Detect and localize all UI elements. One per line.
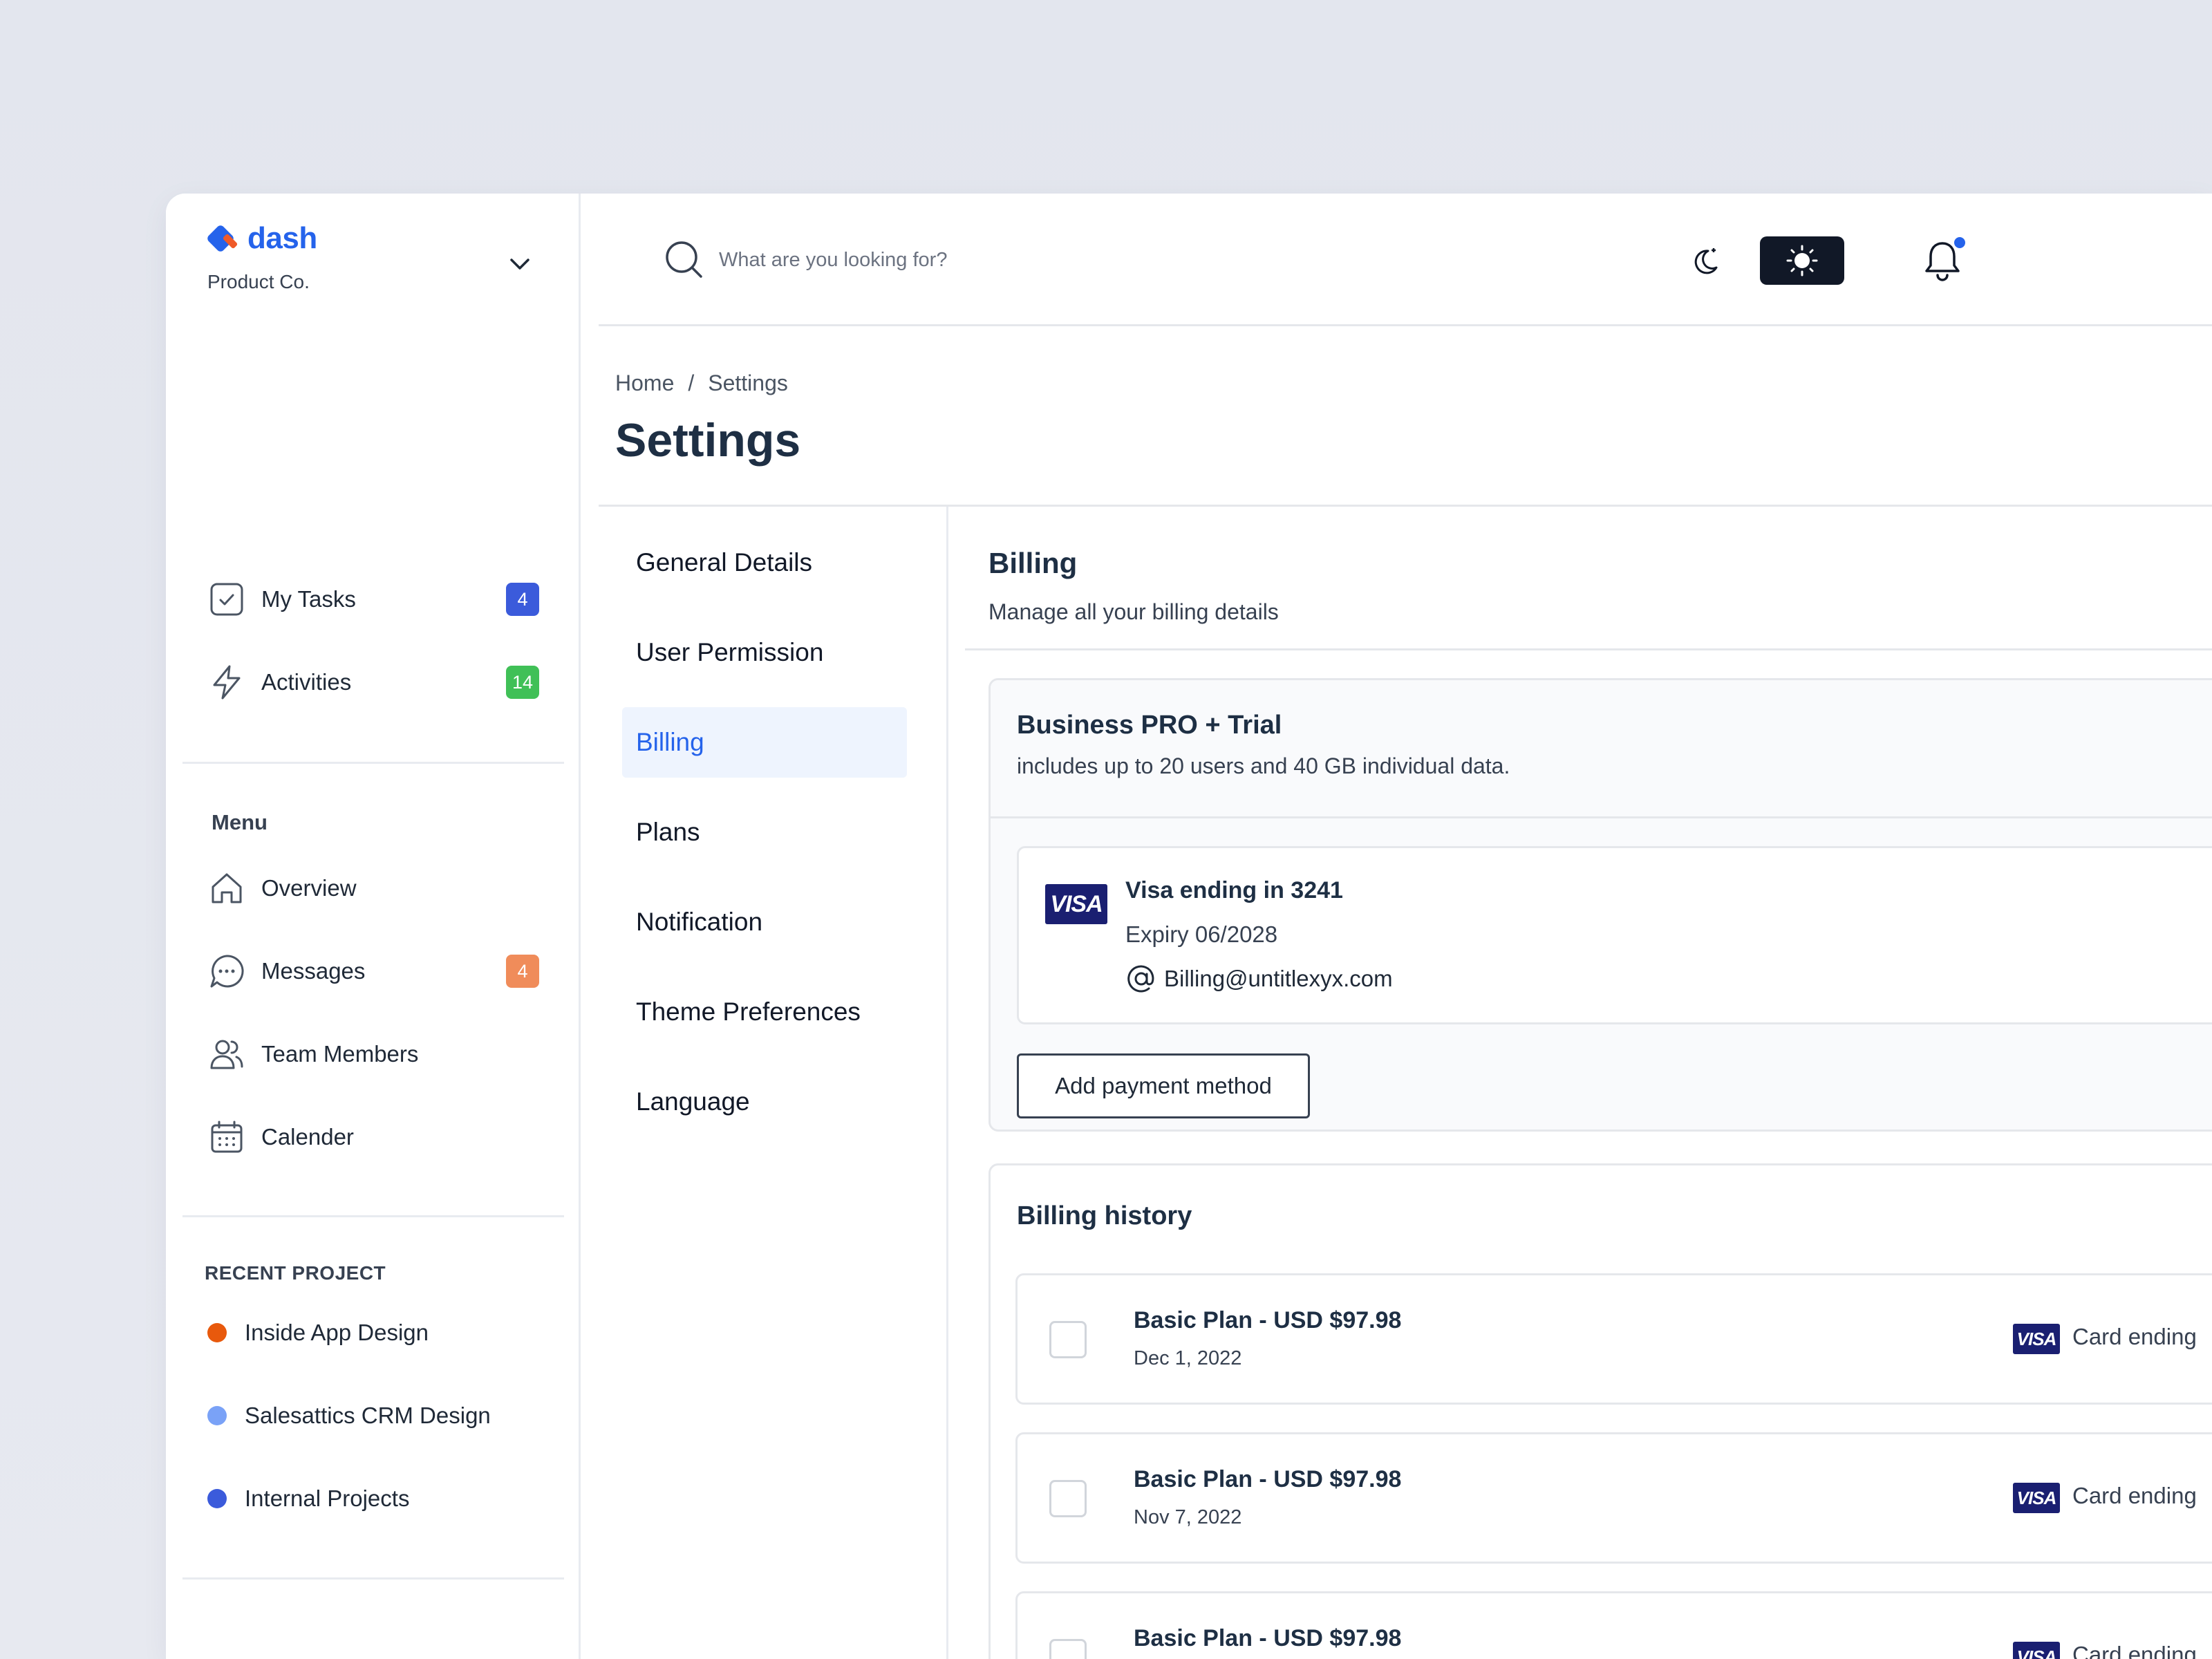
breadcrumb-current: Settings xyxy=(708,371,788,395)
brand-name: dash xyxy=(247,221,317,255)
plan-name: Business PRO + Trial xyxy=(1017,711,1282,740)
recent-project-title: RECENT PROJECT xyxy=(205,1262,386,1284)
page-title: Settings xyxy=(615,414,801,467)
brand-logo[interactable]: dash xyxy=(207,221,317,256)
menu-section-title: Menu xyxy=(212,810,268,834)
sidebar-item-my-tasks[interactable]: My Tasks 4 xyxy=(207,575,539,624)
sidebar-item-label: My Tasks xyxy=(261,586,356,612)
search-input[interactable] xyxy=(719,239,1687,281)
row-checkbox[interactable] xyxy=(1049,1639,1087,1659)
card-email-row: Billing@untitlexyx.com xyxy=(1125,963,1393,995)
invoice-title: Basic Plan - USD $97.98 xyxy=(1134,1625,1402,1651)
checkbox-icon xyxy=(207,580,246,619)
card-title: Visa ending in 3241 xyxy=(1125,877,1343,903)
org-name: Product Co. xyxy=(207,271,310,292)
add-payment-method-button[interactable]: Add payment method xyxy=(1017,1053,1310,1118)
settings-tab-plans[interactable]: Plans xyxy=(622,797,907,868)
visa-logo: VISA xyxy=(2013,1324,2060,1354)
settings-tab-user-permission[interactable]: User Permission xyxy=(622,617,907,688)
card-expiry: Expiry 06/2028 xyxy=(1125,921,1278,947)
billing-history-title: Billing history xyxy=(1017,1201,1192,1230)
row-checkbox[interactable] xyxy=(1049,1480,1087,1517)
content-divider xyxy=(965,648,2212,650)
visa-logo: VISA xyxy=(2013,1483,2060,1513)
settings-tab-language[interactable]: Language xyxy=(622,1067,907,1137)
invoice-date: Dec 1, 2022 xyxy=(1134,1347,1242,1369)
sidebar-divider xyxy=(182,1215,564,1217)
sidebar-item-label: Overview xyxy=(261,875,357,901)
project-label: Salesattics CRM Design xyxy=(245,1403,491,1428)
sidebar-item-label: Calender xyxy=(261,1124,354,1150)
card-email: Billing@untitlexyx.com xyxy=(1164,966,1393,991)
project-color-dot xyxy=(207,1323,227,1342)
notifications-button[interactable] xyxy=(1915,232,1970,288)
invoice-card-text: Card ending xyxy=(2072,1324,2197,1349)
row-checkbox[interactable] xyxy=(1049,1321,1087,1358)
project-item-salesattics-crm[interactable]: Salesattics CRM Design xyxy=(207,1395,491,1436)
sidebar-item-messages[interactable]: Messages 4 xyxy=(207,947,539,995)
breadcrumb-home-link[interactable]: Home xyxy=(615,371,674,396)
app-window: dash Product Co. My Tasks 4 Activities 1… xyxy=(166,194,2212,1659)
breadcrumb: Home / Settings xyxy=(615,371,788,396)
sidebar-item-activities[interactable]: Activities 14 xyxy=(207,658,539,706)
top-bar xyxy=(599,194,2212,326)
users-icon xyxy=(207,1035,246,1074)
at-sign-icon xyxy=(1127,965,1154,993)
project-item-inside-app-design[interactable]: Inside App Design xyxy=(207,1312,429,1353)
billing-history-card: Billing history Basic Plan - USD $97.98 … xyxy=(988,1163,2212,1659)
billing-subtitle: Manage all your billing details xyxy=(988,599,1279,624)
sidebar-item-team-members[interactable]: Team Members xyxy=(207,1030,539,1078)
settings-tab-notification[interactable]: Notification xyxy=(622,887,907,957)
count-badge: 4 xyxy=(506,583,539,616)
moon-icon xyxy=(1694,248,1718,274)
count-badge: 14 xyxy=(506,666,539,699)
project-color-dot xyxy=(207,1406,227,1425)
lightning-icon xyxy=(207,663,246,702)
invoice-title: Basic Plan - USD $97.98 xyxy=(1134,1307,1402,1333)
count-badge: 4 xyxy=(506,955,539,988)
notification-dot xyxy=(1952,235,1967,250)
payment-card[interactable]: VISA Visa ending in 3241 Expiry 06/2028 … xyxy=(1017,846,2212,1024)
plan-header: Business PRO + Trial includes up to 20 u… xyxy=(991,680,2212,818)
sidebar-item-overview[interactable]: Overview xyxy=(207,864,539,912)
chat-bubble-icon xyxy=(207,952,246,991)
invoice-date: Nov 7, 2022 xyxy=(1134,1506,1242,1528)
billing-history-row: Basic Plan - USD $97.98 VISA Card ending xyxy=(1015,1591,2212,1659)
sidebar-divider xyxy=(182,1577,564,1580)
dash-logo-icon xyxy=(207,225,238,252)
invoice-card-text: Card ending xyxy=(2072,1483,2197,1508)
sidebar-item-label: Team Members xyxy=(261,1041,419,1067)
settings-nav: General Details User Permission Billing … xyxy=(599,507,948,1659)
billing-history-row: Basic Plan - USD $97.98 Nov 7, 2022 VISA… xyxy=(1015,1432,2212,1564)
plan-card: Business PRO + Trial includes up to 20 u… xyxy=(988,678,2212,1132)
invoice-title: Basic Plan - USD $97.98 xyxy=(1134,1466,1402,1492)
billing-history-row: Basic Plan - USD $97.98 Dec 1, 2022 VISA… xyxy=(1015,1273,2212,1405)
billing-title: Billing xyxy=(988,547,1078,579)
chevron-down-icon[interactable] xyxy=(505,249,535,279)
settings-tab-theme-preferences[interactable]: Theme Preferences xyxy=(622,977,907,1047)
billing-content: Billing Manage all your billing details … xyxy=(948,507,2212,1659)
sidebar-divider xyxy=(182,762,564,764)
invoice-card-text: Card ending xyxy=(2072,1642,2197,1659)
project-item-internal-projects[interactable]: Internal Projects xyxy=(207,1478,409,1519)
plan-description: includes up to 20 users and 40 GB indivi… xyxy=(1017,753,1510,778)
home-icon xyxy=(207,869,246,908)
sun-icon xyxy=(1786,245,1818,276)
search-icon xyxy=(666,241,702,278)
calendar-icon xyxy=(207,1118,246,1156)
settings-tab-general-details[interactable]: General Details xyxy=(622,527,907,598)
breadcrumb-separator: / xyxy=(688,371,695,395)
dark-mode-button[interactable] xyxy=(1685,242,1725,282)
visa-logo: VISA xyxy=(2013,1642,2060,1659)
sidebar-item-calender[interactable]: Calender xyxy=(207,1113,539,1161)
project-label: Inside App Design xyxy=(245,1320,429,1345)
project-color-dot xyxy=(207,1489,227,1508)
sidebar: dash Product Co. My Tasks 4 Activities 1… xyxy=(166,194,581,1659)
light-mode-button[interactable] xyxy=(1760,236,1844,285)
visa-logo: VISA xyxy=(1045,884,1107,924)
sidebar-item-label: Activities xyxy=(261,669,352,695)
sidebar-item-label: Messages xyxy=(261,958,366,984)
project-label: Internal Projects xyxy=(245,1485,410,1511)
settings-tab-billing[interactable]: Billing xyxy=(622,707,907,778)
